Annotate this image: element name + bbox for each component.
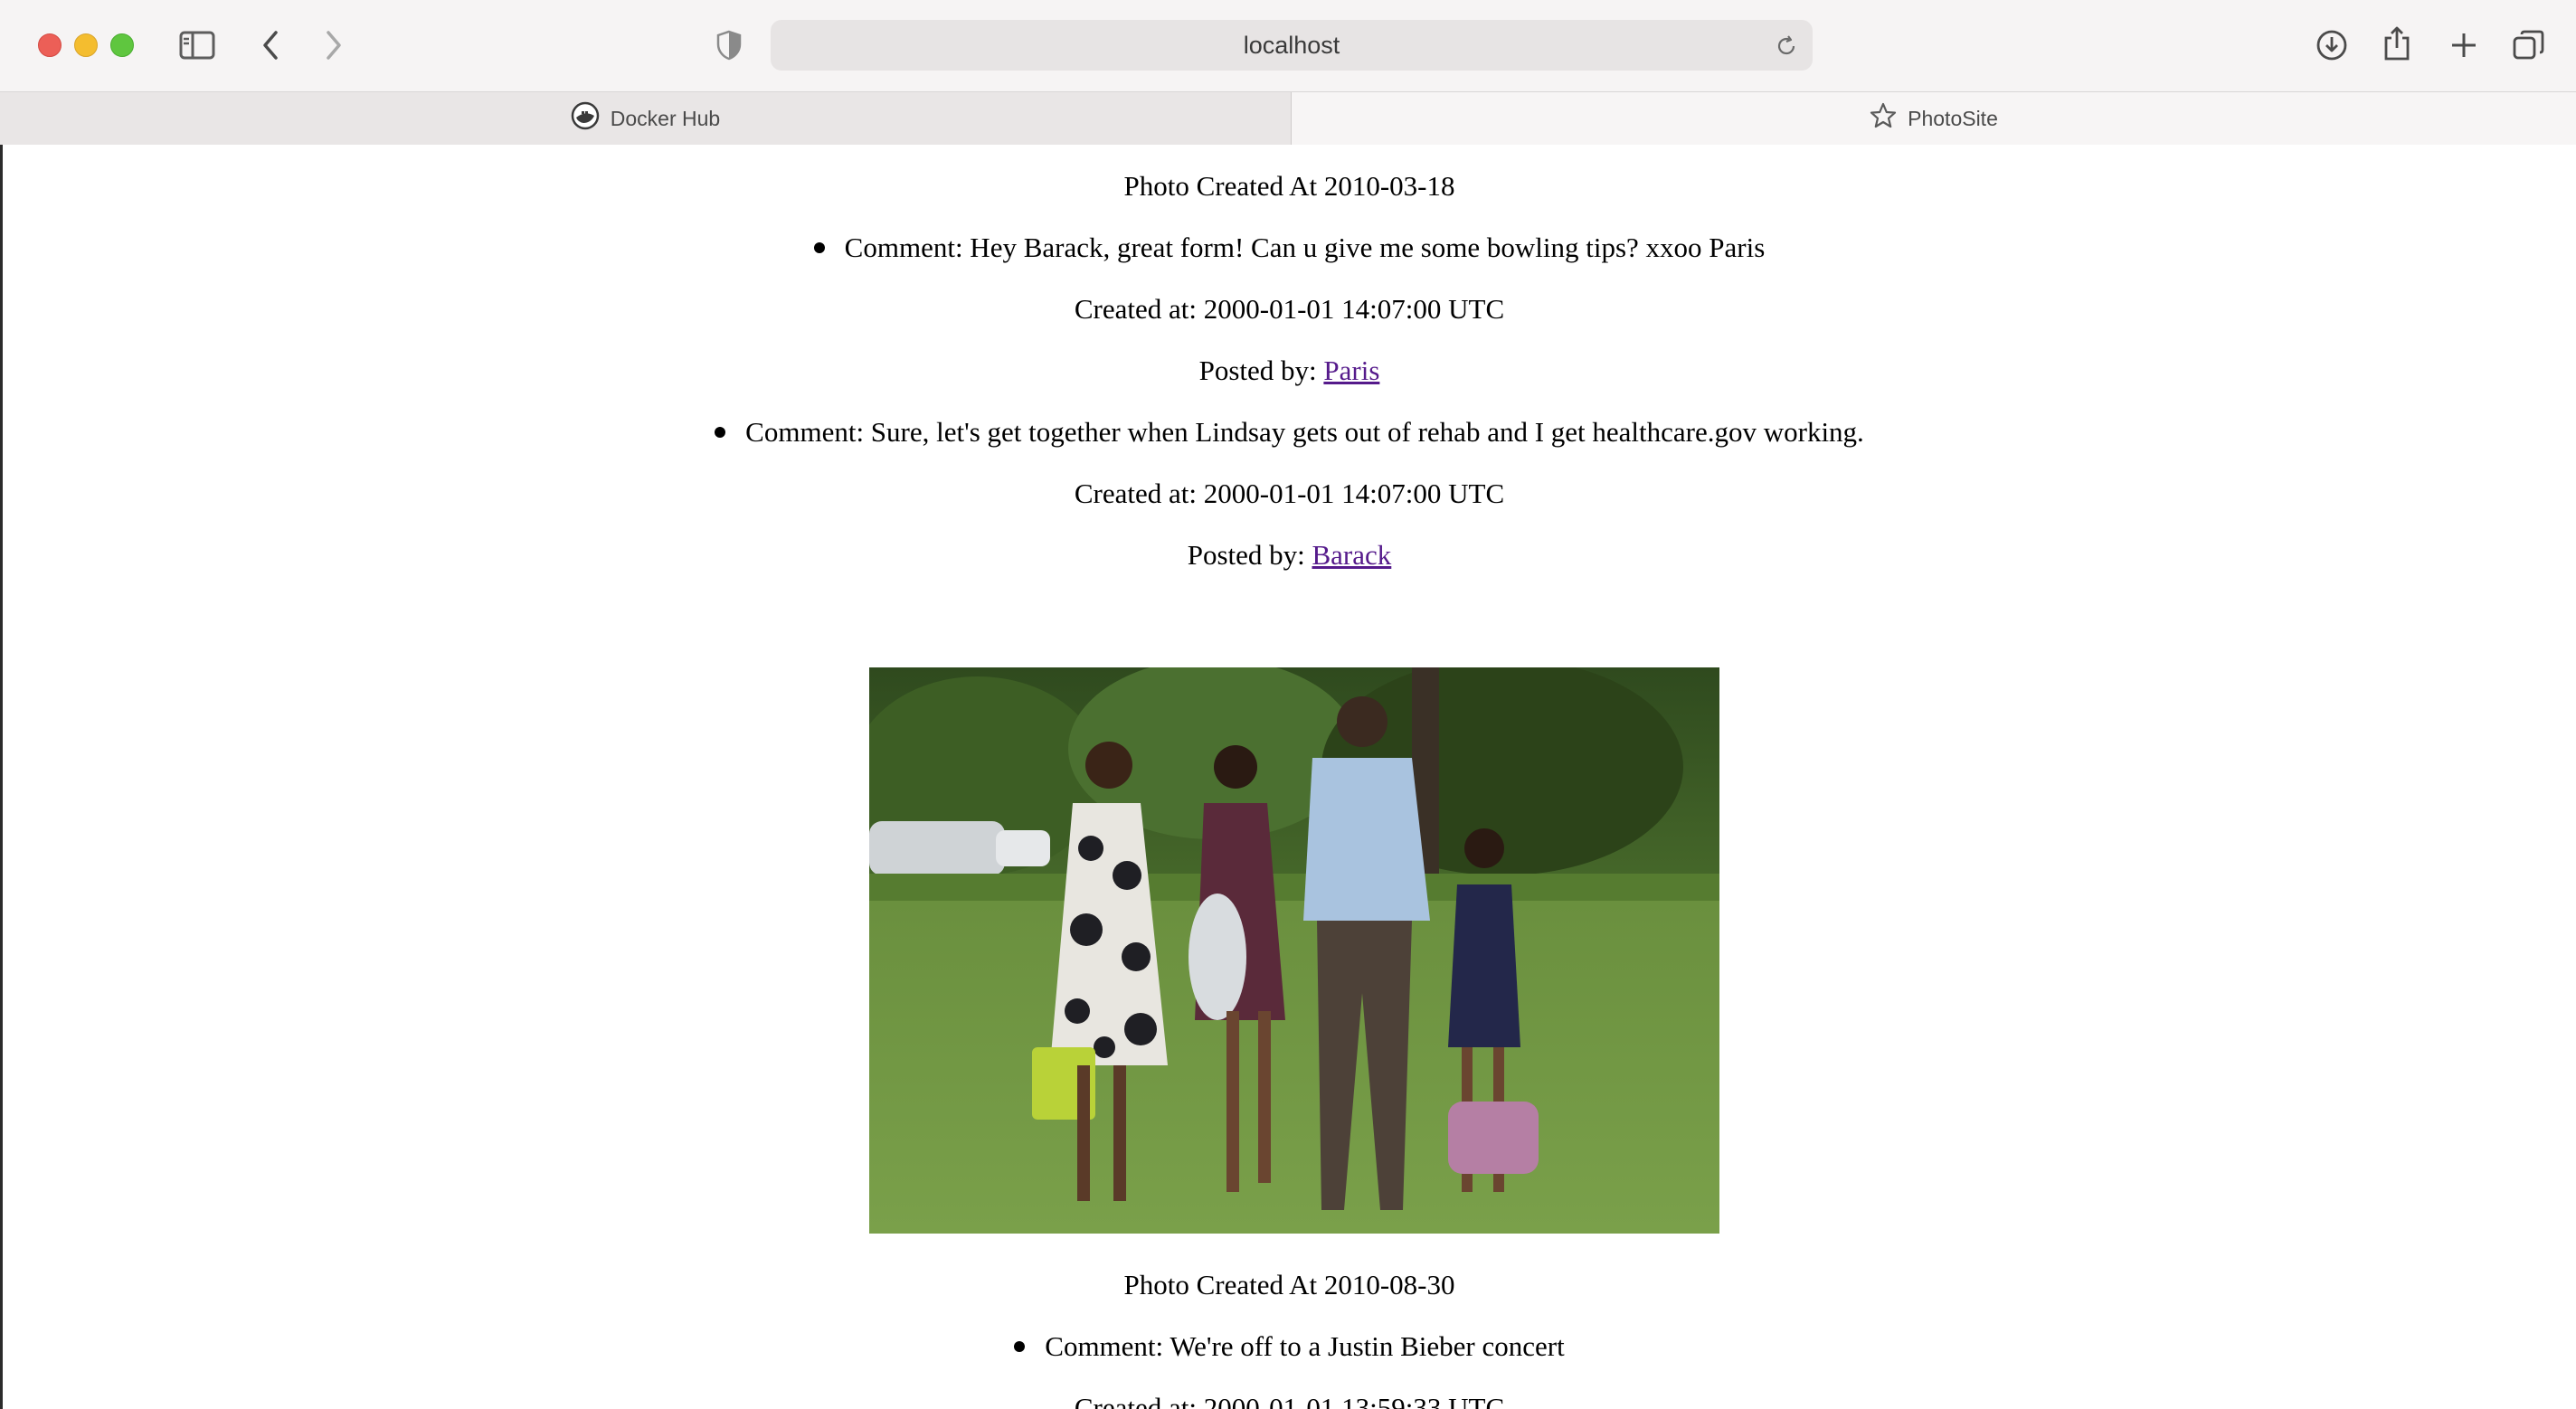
posted-by-label: Posted by: [1198, 355, 1317, 386]
star-outline-icon [1870, 102, 1897, 135]
photo-title: Photo Created At 2010-08-30 [1123, 1269, 1455, 1300]
privacy-shield-icon[interactable] [715, 29, 743, 61]
comment-item: Comment: We're off to a Justin Bieber co… [3, 1329, 2576, 1365]
tab-strip: Docker Hub PhotoSite [0, 92, 2576, 145]
comment-item: Comment: Hey Barack, great form! Can u g… [3, 230, 2576, 266]
tab-photosite[interactable]: PhotoSite [1292, 92, 2576, 145]
back-arrow-icon[interactable] [257, 27, 284, 63]
share-icon[interactable] [2381, 24, 2413, 63]
list-bullet [715, 426, 726, 438]
list-bullet [1014, 1340, 1026, 1352]
comment-posted-by: Posted by: Barack [3, 537, 2576, 573]
list-bullet [813, 241, 825, 253]
window-close-button[interactable] [38, 33, 62, 57]
address-bar[interactable]: localhost [771, 20, 1813, 71]
forward-arrow-icon[interactable] [320, 27, 347, 63]
reload-icon[interactable] [1775, 34, 1798, 58]
photo-title: Photo Created At 2010-03-18 [1123, 170, 1455, 202]
comment-text: Comment: We're off to a Justin Bieber co… [1045, 1330, 1565, 1362]
window-maximize-button[interactable] [110, 33, 134, 57]
tab-docker-hub[interactable]: Docker Hub [0, 92, 1292, 145]
address-text[interactable]: localhost [771, 20, 1813, 71]
browser-toolbar: localhost [0, 0, 2576, 92]
author-link-paris[interactable]: Paris [1323, 355, 1379, 386]
sidebar-toggle-icon[interactable] [177, 27, 217, 63]
comment-created-at: Created at: 2000-01-01 13:59:33 UTC [1074, 1392, 1505, 1409]
downloads-icon[interactable] [2314, 27, 2350, 63]
comment-posted-by: Posted by: Paris [3, 353, 2576, 389]
photo-image [869, 667, 1719, 1234]
tab-overview-icon[interactable] [2511, 27, 2547, 63]
tab-label: PhotoSite [1908, 106, 1998, 130]
docker-whale-icon [571, 101, 600, 136]
tab-label: Docker Hub [610, 106, 721, 130]
comment-created-at: Created at: 2000-01-01 14:07:00 UTC [1074, 478, 1505, 509]
comment-item: Comment: Sure, let's get together when L… [3, 414, 2576, 450]
author-link-barack[interactable]: Barack [1312, 539, 1392, 571]
comment-text: Comment: Hey Barack, great form! Can u g… [844, 232, 1766, 263]
page-content: Photo Created At 2010-03-18 Comment: Hey… [0, 145, 2576, 1409]
comment-created-at: Created at: 2000-01-01 14:07:00 UTC [1074, 293, 1505, 325]
posted-by-label: Posted by: [1187, 539, 1305, 571]
window-minimize-button[interactable] [74, 33, 98, 57]
comment-text: Comment: Sure, let's get together when L… [745, 416, 1864, 448]
new-tab-plus-icon[interactable] [2446, 27, 2482, 63]
